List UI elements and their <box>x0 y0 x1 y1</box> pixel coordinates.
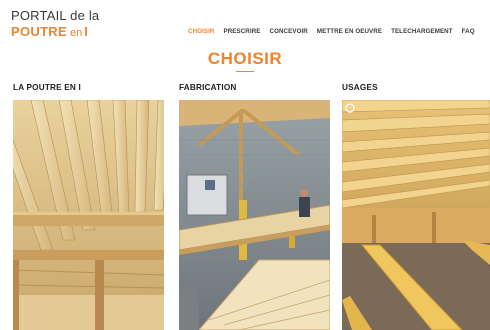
main-nav: CHOISIR PRESCRIRE CONCEVOIR METTRE EN OEUVR… <box>188 20 484 38</box>
page-title: CHOISIR <box>207 49 283 68</box>
logo-line2: POUTRE en I <box>11 24 99 40</box>
nav-item-concevoir[interactable]: CONCEVOIR <box>270 28 308 35</box>
heading-la-poutre-en-i: LA POUTRE EN I <box>13 83 81 92</box>
factory-image <box>179 100 330 330</box>
title-underline <box>236 71 254 72</box>
construction-site-image <box>342 100 490 330</box>
nav-item-telechargement[interactable]: TELECHARGEMENT <box>391 28 453 35</box>
logo-en: en <box>69 27 83 39</box>
site-header: PORTAIL de la POUTRE en I CHOISIR PRESCRIRE… <box>0 0 490 50</box>
logo-poutre: POUTRE <box>11 24 67 39</box>
photo-fabrication[interactable] <box>179 100 330 330</box>
photo-usages[interactable] <box>342 100 490 330</box>
nav-item-faq[interactable]: FAQ <box>462 28 475 35</box>
photo-la-poutre-en-i[interactable] <box>13 100 164 330</box>
logo-line1: PORTAIL de la <box>11 8 100 23</box>
heading-fabrication: FABRICATION <box>179 83 237 92</box>
nav-item-mettre-en-oeuvre[interactable]: METTRE EN OEUVRE <box>317 28 382 35</box>
logo-i: I <box>84 24 88 39</box>
site-logo[interactable]: PORTAIL de la POUTRE en I <box>11 9 99 40</box>
heading-usages: USAGES <box>342 83 378 92</box>
nav-item-choisir[interactable]: CHOISIR <box>188 28 214 35</box>
nav-item-prescrire[interactable]: PRESCRIRE <box>223 28 260 35</box>
i-joist-ceiling-image <box>13 100 164 330</box>
